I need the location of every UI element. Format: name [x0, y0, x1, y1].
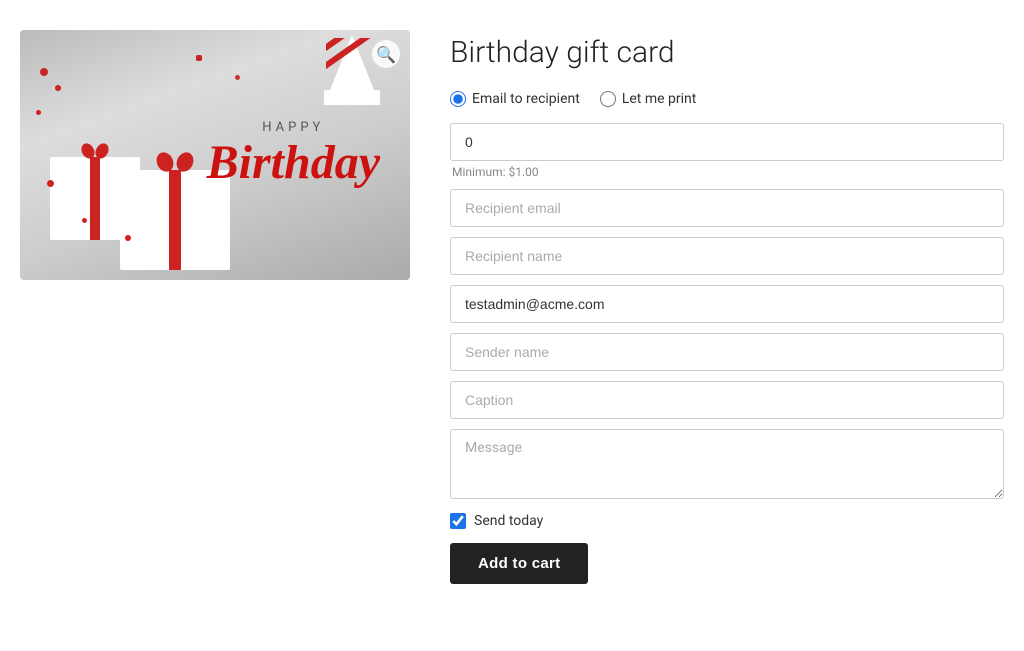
confetti-7 [196, 55, 202, 61]
sender-name-input[interactable] [450, 333, 1004, 371]
hat-stripes [326, 38, 378, 106]
confetti-5 [82, 218, 87, 223]
caption-input[interactable] [450, 381, 1004, 419]
recipient-email-input[interactable] [450, 189, 1004, 227]
sender-email-input[interactable] [450, 285, 1004, 323]
radio-email[interactable] [450, 91, 466, 107]
message-textarea[interactable] [450, 429, 1004, 499]
recipient-email-group [450, 189, 1004, 227]
caption-group [450, 381, 1004, 419]
minimum-text: Minimum: $1.00 [450, 165, 1004, 179]
gift-box-2-bow [155, 152, 195, 172]
sender-name-group [450, 333, 1004, 371]
delivery-options: Email to recipient Let me print [450, 91, 1004, 107]
gift-box-1-bow [80, 143, 110, 159]
recipient-name-group [450, 237, 1004, 275]
left-column: HAPPY Birthday 🔍 [20, 30, 410, 280]
page-container: HAPPY Birthday 🔍 Birthday gift card Emai… [0, 0, 1024, 614]
message-group [450, 429, 1004, 503]
gift-box-2-ribbon [169, 170, 181, 270]
confetti-1 [40, 68, 48, 76]
send-today-label: Send today [474, 513, 543, 529]
amount-input[interactable] [450, 123, 1004, 161]
radio-print[interactable] [600, 91, 616, 107]
gift-box-1-ribbon [90, 157, 100, 240]
gift-box-2 [120, 180, 230, 270]
product-title: Birthday gift card [450, 35, 1004, 71]
send-today-checkbox[interactable] [450, 513, 466, 529]
happy-text: HAPPY [207, 120, 380, 135]
confetti-8 [235, 75, 240, 80]
confetti-3 [36, 110, 41, 115]
gift-card-image-inner: HAPPY Birthday 🔍 [20, 30, 410, 280]
birthday-text-container: HAPPY Birthday [207, 120, 380, 190]
radio-email-label: Email to recipient [472, 91, 580, 107]
radio-print-label: Let me print [622, 91, 697, 107]
zoom-icon[interactable]: 🔍 [372, 40, 400, 68]
recipient-name-input[interactable] [450, 237, 1004, 275]
add-to-cart-button[interactable]: Add to cart [450, 543, 588, 584]
confetti-2 [55, 85, 61, 91]
radio-email-option[interactable]: Email to recipient [450, 91, 580, 107]
sender-email-group [450, 285, 1004, 323]
amount-group: Minimum: $1.00 [450, 123, 1004, 179]
send-today-row: Send today [450, 513, 1004, 529]
radio-print-option[interactable]: Let me print [600, 91, 697, 107]
gift-card-image: HAPPY Birthday 🔍 [20, 30, 410, 280]
birthday-script: Birthday [207, 137, 380, 190]
right-column: Birthday gift card Email to recipient Le… [450, 30, 1004, 584]
